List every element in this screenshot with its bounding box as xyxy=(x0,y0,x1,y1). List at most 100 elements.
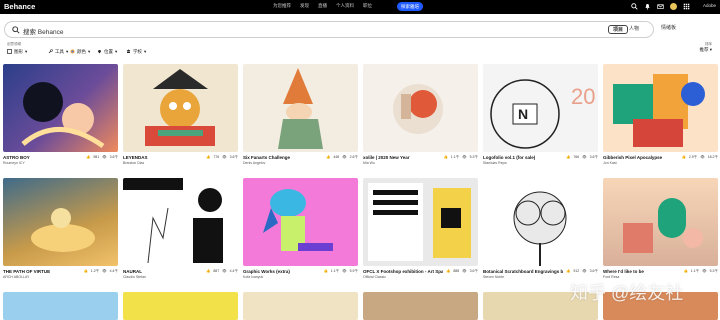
project-card[interactable]: LEYENDAS Brandon Diaz 👍 776 👁 3.6千 xyxy=(123,64,238,170)
project-thumbnail[interactable] xyxy=(363,64,478,152)
project-thumbnail[interactable] xyxy=(603,64,718,152)
project-author[interactable]: Stanislav Repa xyxy=(483,161,507,165)
project-title[interactable]: Logofolio vol.1 (for sale) xyxy=(483,155,563,160)
project-thumbnail[interactable] xyxy=(483,178,598,266)
view-count: 3.6千 xyxy=(109,155,118,159)
project-card[interactable]: xolile | 2020 New Year Mia Wu 👍 1.1千 👁 5.3千 xyxy=(363,64,478,170)
project-author[interactable]: Steven Noble xyxy=(483,275,504,279)
nav-item-for-you[interactable]: 为您推荐 xyxy=(273,3,291,9)
project-card[interactable]: Where I'd like to be Ford Resa 👍 1.1千 👁 5.3… xyxy=(603,178,718,284)
eye-icon: 👁 xyxy=(582,155,587,159)
project-thumbnail[interactable] xyxy=(123,292,238,320)
project-author[interactable]: Jon Kast xyxy=(603,161,617,165)
project-card[interactable]: N 20 Logofolio vol.1 (for sale) Stanislav… xyxy=(483,64,598,170)
project-thumbnail[interactable] xyxy=(123,178,238,266)
project-title[interactable]: Where I'd like to be xyxy=(603,269,683,274)
project-artwork xyxy=(613,74,705,147)
project-title[interactable]: LEYENDAS xyxy=(123,155,203,160)
filter-graphics[interactable]: 图形 ▾ xyxy=(7,47,27,56)
tab-moodboards[interactable]: 情绪板 xyxy=(657,24,680,33)
like-icon: 👍 xyxy=(565,155,571,159)
project-title[interactable]: OFCL X Footshop exhibition - Art Space 3 xyxy=(363,269,443,274)
search-input[interactable]: 搜索 Behance 项目 人物 xyxy=(4,21,654,38)
like-count: 1.1千 xyxy=(330,269,340,273)
project-thumbnail[interactable]: N 20 xyxy=(483,64,598,152)
project-title[interactable]: ASTRO BOY xyxy=(3,155,83,160)
adobe-logo[interactable]: Adobe xyxy=(703,3,716,8)
project-card[interactable] xyxy=(3,292,118,320)
project-thumbnail[interactable] xyxy=(123,64,238,152)
project-card[interactable]: ASTRO BOY Roumeyn ICY 👍 981 👁 3.6千 xyxy=(3,64,118,170)
eye-icon: 👁 xyxy=(342,269,347,273)
project-thumbnail[interactable] xyxy=(363,178,478,266)
nav-item-jobs[interactable]: 职位 xyxy=(363,3,372,9)
project-card[interactable]: Six Fanarts Challenge Denis Angelov 👍 448… xyxy=(243,64,358,170)
eye-icon: 👁 xyxy=(700,155,705,159)
project-card[interactable] xyxy=(123,292,238,320)
filter-tools[interactable]: 工具 ▾ xyxy=(48,47,68,56)
like-icon: 👍 xyxy=(683,269,688,273)
view-count: 4.4千 xyxy=(109,269,118,273)
project-stats: 👍 1.1千 👁 5.3千 xyxy=(683,269,718,274)
cta-button[interactable]: 探索雅培 xyxy=(397,2,423,11)
project-author[interactable]: Claudiu Stefan xyxy=(123,275,146,279)
avatar[interactable] xyxy=(670,3,677,10)
project-title[interactable]: Graphic Works (extra) xyxy=(243,269,323,274)
search-row: 搜索 Behance 项目 人物 情绪板 xyxy=(0,14,720,44)
project-title[interactable]: xolile | 2020 New Year xyxy=(363,155,443,160)
search-icon[interactable] xyxy=(631,3,638,10)
chevron-down-icon: ▾ xyxy=(25,48,28,54)
project-thumbnail[interactable] xyxy=(603,178,718,266)
project-thumbnail[interactable] xyxy=(363,292,478,320)
nav-item-discover[interactable]: 发现 xyxy=(300,3,309,9)
project-author[interactable]: Mia Wu xyxy=(363,161,375,165)
project-thumbnail[interactable] xyxy=(3,178,118,266)
bell-icon[interactable] xyxy=(644,3,651,10)
mail-icon[interactable] xyxy=(657,3,664,10)
project-author[interactable]: ARCH ABOLLAY xyxy=(3,275,29,279)
like-count: 887 xyxy=(213,269,220,273)
like-count: 1.1千 xyxy=(690,269,700,273)
filter-location-label: 位置 xyxy=(104,48,113,54)
project-card[interactable] xyxy=(243,292,358,320)
like-count: 448 xyxy=(333,155,340,159)
eye-icon: 👁 xyxy=(222,269,227,273)
nav-item-profile[interactable]: 个人资料 xyxy=(336,3,354,9)
filter-color-label: 颜色 xyxy=(77,48,86,54)
project-author[interactable]: Official Classic xyxy=(363,275,386,279)
project-card[interactable]: THE PATH OF VIRTUE ARCH ABOLLAY 👍 1.2千 👁 4.… xyxy=(3,178,118,284)
project-card[interactable] xyxy=(363,292,478,320)
like-icon: 👍 xyxy=(325,155,331,159)
sort-dropdown[interactable]: 推荐 ▾ xyxy=(699,47,712,53)
project-card[interactable]: Graphic Works (extra) Kofa Ivanyuk 👍 1.1千… xyxy=(243,178,358,284)
filter-location[interactable]: 位置 ▾ xyxy=(97,47,117,56)
project-author[interactable]: Brandon Diaz xyxy=(123,161,144,165)
eye-icon: 👁 xyxy=(462,269,467,273)
tab-people[interactable]: 人物 xyxy=(625,25,643,34)
project-thumbnail[interactable] xyxy=(3,292,118,320)
project-card[interactable]: Gibberish Pixel Apocalypse Jon Kast 👍 2.9… xyxy=(603,64,718,170)
project-title[interactable]: Gibberish Pixel Apocalypse xyxy=(603,155,683,160)
project-title[interactable]: NAURAL xyxy=(123,269,203,274)
project-artwork xyxy=(278,68,323,149)
project-author[interactable]: Roumeyn ICY xyxy=(3,161,25,165)
project-title[interactable]: Botanical Scratchboard Engravings by Ste… xyxy=(483,269,563,274)
project-card[interactable]: OFCL X Footshop exhibition - Art Space 3… xyxy=(363,178,478,284)
project-title[interactable]: THE PATH OF VIRTUE xyxy=(3,269,83,274)
project-author[interactable]: Denis Angelov xyxy=(243,161,265,165)
project-thumbnail[interactable] xyxy=(3,64,118,152)
filter-tools-label: 工具 xyxy=(55,48,64,54)
project-card[interactable]: NAURAL Claudiu Stefan 👍 887 👁 4.4千 xyxy=(123,178,238,284)
like-count: 776 xyxy=(213,155,220,159)
project-thumbnail[interactable] xyxy=(243,178,358,266)
filter-color[interactable]: 颜色 ▾ xyxy=(70,47,90,56)
nav-item-live[interactable]: 直播 xyxy=(318,3,327,9)
behance-logo[interactable]: Behance xyxy=(4,2,35,11)
project-title[interactable]: Six Fanarts Challenge xyxy=(243,155,323,160)
filter-school[interactable]: 学校 ▾ xyxy=(126,47,146,56)
apps-grid-icon[interactable] xyxy=(683,3,690,10)
project-card[interactable]: Botanical Scratchboard Engravings by Ste… xyxy=(483,178,598,284)
project-thumbnail[interactable] xyxy=(243,292,358,320)
project-author[interactable]: Kofa Ivanyuk xyxy=(243,275,263,279)
project-thumbnail[interactable] xyxy=(243,64,358,152)
